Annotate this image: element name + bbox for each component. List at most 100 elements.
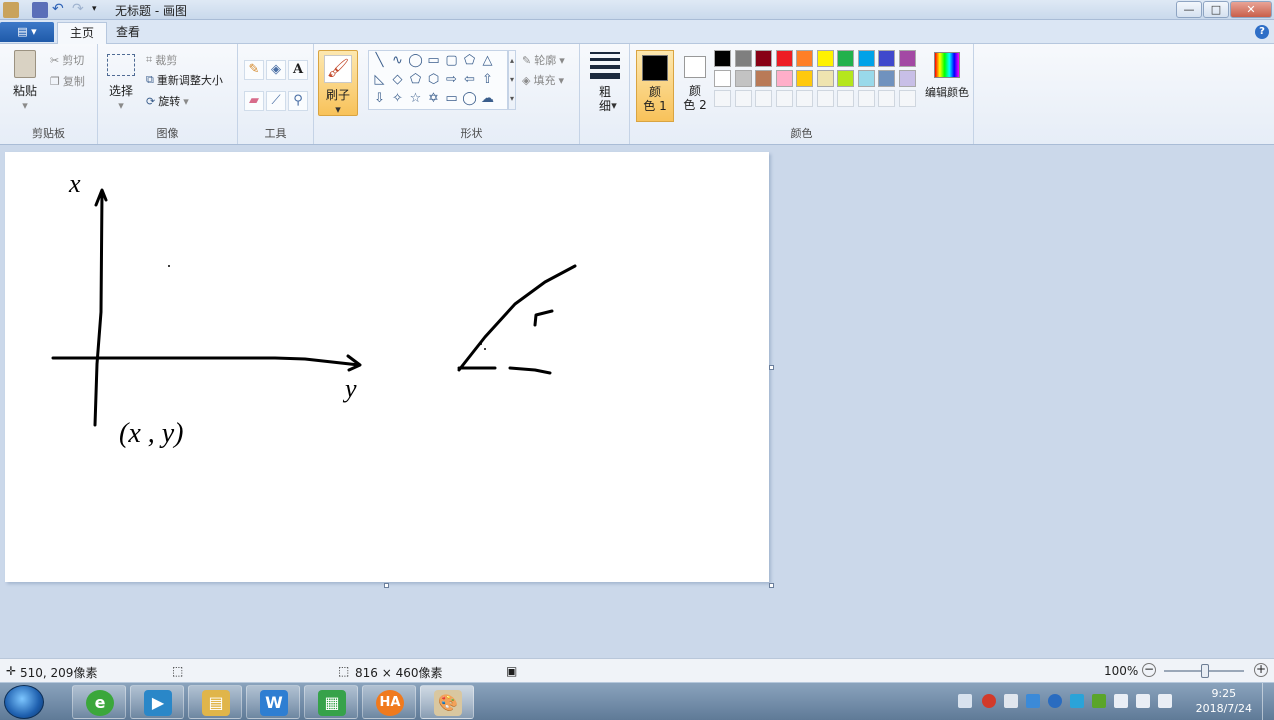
zoom-slider-thumb[interactable] — [1201, 664, 1209, 678]
palette-swatch[interactable] — [755, 50, 772, 67]
palette-swatch[interactable] — [775, 70, 793, 87]
palette-swatch[interactable] — [775, 50, 793, 67]
palette-swatch[interactable] — [714, 50, 731, 67]
copy-button[interactable]: ❐ 复制 — [50, 73, 85, 89]
undo-icon[interactable]: ↶ — [52, 2, 68, 18]
palette-swatch[interactable] — [857, 70, 875, 87]
palette-swatch[interactable] — [734, 70, 752, 87]
tab-view[interactable]: 查看 — [104, 22, 152, 44]
taskbar-paint[interactable]: 🎨 — [420, 685, 474, 719]
callout-cloud-shape-icon[interactable]: ☁ — [479, 91, 496, 107]
shapes-scroll[interactable]: ▴ ▾ ▾ — [508, 50, 516, 110]
pentagon-shape-icon[interactable]: ⬠ — [407, 72, 424, 88]
palette-swatch[interactable] — [898, 50, 916, 67]
keyboard-icon[interactable] — [958, 694, 972, 708]
custom-color-slot[interactable] — [714, 90, 731, 107]
right-arrow-shape-icon[interactable]: ⇨ — [443, 72, 460, 88]
resize-handle-corner[interactable] — [769, 583, 774, 588]
zoom-in-button[interactable]: + — [1254, 663, 1268, 677]
up-arrow-shape-icon[interactable]: ⇧ — [479, 72, 496, 88]
start-button[interactable] — [4, 685, 44, 719]
callout-oval-shape-icon[interactable]: ◯ — [461, 91, 478, 107]
palette-swatch[interactable] — [714, 70, 731, 87]
rectangle-shape-icon[interactable]: ▭ — [425, 53, 442, 69]
magnifier-icon[interactable]: ⚲ — [288, 91, 308, 111]
bluetooth-icon[interactable] — [1048, 694, 1062, 708]
eraser-icon[interactable]: ▰ — [244, 91, 264, 111]
four-point-star-shape-icon[interactable]: ✧ — [389, 91, 406, 107]
paint-app-icon[interactable] — [3, 2, 19, 18]
pencil-icon[interactable]: ✎ — [244, 60, 264, 80]
custom-color-slot[interactable] — [878, 90, 895, 107]
paste-button[interactable]: 粘贴 ▾ — [8, 50, 42, 112]
nvidia-icon[interactable] — [1092, 694, 1106, 708]
palette-swatch[interactable] — [837, 70, 854, 87]
taskbar-folder[interactable]: ▤ — [188, 685, 242, 719]
network-signal-icon[interactable] — [1136, 694, 1150, 708]
palette-swatch[interactable] — [816, 50, 834, 67]
palette-swatch[interactable] — [755, 70, 772, 87]
taskbar-video[interactable]: ▶ — [130, 685, 184, 719]
fill-bucket-icon[interactable]: ◈ — [266, 60, 286, 80]
custom-color-slot[interactable] — [898, 90, 916, 107]
five-point-star-shape-icon[interactable]: ☆ — [407, 91, 424, 107]
record-icon[interactable] — [982, 694, 996, 708]
taskbar-browser[interactable]: e — [72, 685, 126, 719]
cut-button[interactable]: ✂ 剪切 — [50, 52, 84, 68]
curve-shape-icon[interactable]: ∿ — [389, 53, 406, 69]
select-button[interactable]: 选择 ▾ — [106, 54, 136, 112]
custom-color-slot[interactable] — [755, 90, 772, 107]
palette-swatch[interactable] — [796, 70, 813, 87]
taskbar-spreadsheet[interactable]: ▦ — [304, 685, 358, 719]
down-arrow-shape-icon[interactable]: ⇩ — [371, 91, 388, 107]
resize-handle-right[interactable] — [769, 365, 774, 370]
taskbar-wps-writer[interactable]: W — [246, 685, 300, 719]
redo-icon[interactable]: ↷ — [72, 2, 88, 18]
zoom-out-button[interactable]: − — [1142, 663, 1156, 677]
polygon-shape-icon[interactable]: ⬠ — [461, 53, 478, 69]
close-button[interactable]: ✕ — [1230, 1, 1272, 18]
callout-rect-shape-icon[interactable]: ▭ — [443, 91, 460, 107]
brushes-button[interactable]: 🖌 刷子 ▾ — [318, 50, 358, 116]
palette-swatch[interactable] — [734, 50, 752, 67]
triangle-shape-icon[interactable]: △ — [479, 53, 496, 69]
hexagon-shape-icon[interactable]: ⬡ — [425, 72, 442, 88]
diamond-shape-icon[interactable]: ◇ — [389, 72, 406, 88]
minimize-button[interactable]: — — [1176, 1, 1202, 18]
file-menu-button[interactable]: ▤ ▾ — [0, 22, 54, 42]
tool-tray-icon[interactable] — [1004, 694, 1018, 708]
palette-swatch[interactable] — [796, 50, 813, 67]
six-point-star-shape-icon[interactable]: ✡ — [425, 91, 442, 107]
left-arrow-shape-icon[interactable]: ⇦ — [461, 72, 478, 88]
right-triangle-shape-icon[interactable]: ◺ — [371, 72, 388, 88]
app-tray-icon[interactable] — [1026, 694, 1040, 708]
taskbar-ha[interactable]: HA — [362, 685, 416, 719]
edit-colors-button[interactable]: 编辑颜色 — [922, 52, 972, 100]
custom-color-slot[interactable] — [775, 90, 793, 107]
custom-color-slot[interactable] — [857, 90, 875, 107]
text-tool-icon[interactable]: A — [288, 60, 308, 80]
clock[interactable]: 9:25 2018/7/24 — [1196, 686, 1252, 716]
flag-icon[interactable] — [1114, 694, 1128, 708]
line-shape-icon[interactable]: ╲ — [371, 53, 388, 69]
resize-handle-bottom[interactable] — [384, 583, 389, 588]
palette-swatch[interactable] — [816, 70, 834, 87]
oval-shape-icon[interactable]: ◯ — [407, 53, 424, 69]
save-icon[interactable] — [32, 2, 48, 18]
custom-color-slot[interactable] — [734, 90, 752, 107]
palette-swatch[interactable] — [878, 50, 895, 67]
maximize-button[interactable]: □ — [1203, 1, 1229, 18]
size-button[interactable]: 粗 细 ▾ — [586, 52, 624, 113]
outline-button[interactable]: ✎ 轮廓 ▾ — [522, 52, 565, 68]
resize-button[interactable]: ⧉ 重新调整大小 — [146, 72, 223, 88]
color2-button[interactable]: 颜 色 2 — [678, 50, 712, 122]
color1-button[interactable]: 颜 色 1 — [636, 50, 674, 122]
help-icon[interactable]: ? — [1255, 25, 1269, 39]
volume-icon[interactable] — [1158, 694, 1172, 708]
palette-swatch[interactable] — [837, 50, 854, 67]
custom-color-slot[interactable] — [837, 90, 854, 107]
fill-button[interactable]: ◈ 填充 ▾ — [522, 72, 564, 88]
custom-color-slot[interactable] — [816, 90, 834, 107]
show-desktop-button[interactable] — [1262, 683, 1274, 720]
palette-swatch[interactable] — [878, 70, 895, 87]
